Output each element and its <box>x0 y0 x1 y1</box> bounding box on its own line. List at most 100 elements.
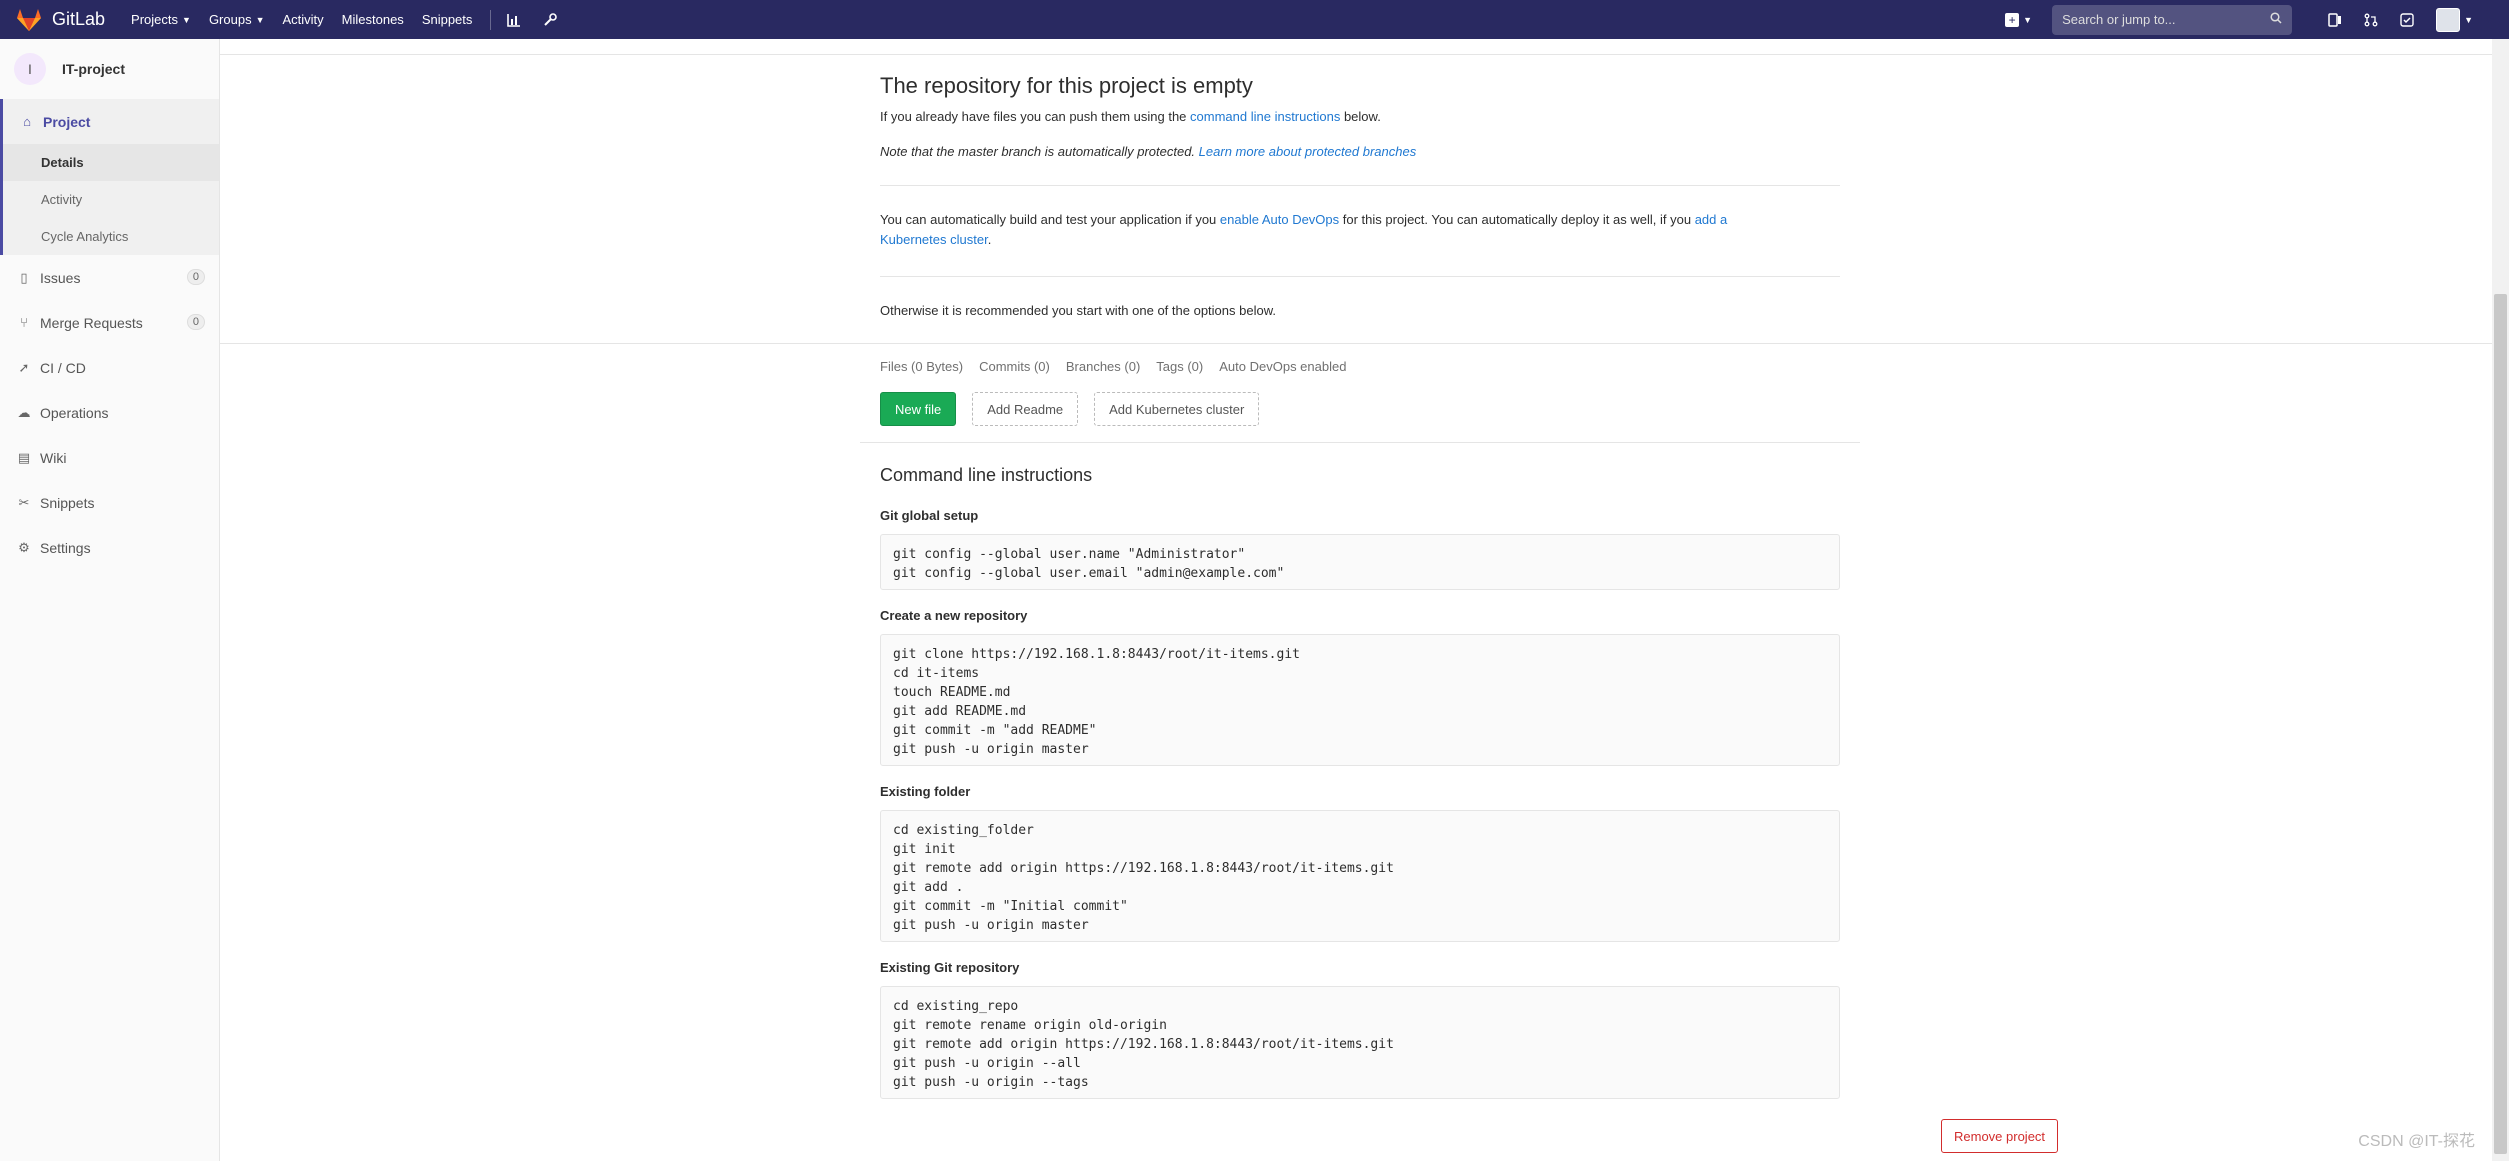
todo-check-icon[interactable] <box>2398 11 2416 29</box>
add-kubernetes-link-part2[interactable]: Kubernetes cluster <box>880 232 988 247</box>
top-divider <box>220 54 2509 55</box>
issues-icon: ▯ <box>20 269 28 285</box>
nav-milestones-label: Milestones <box>341 12 404 27</box>
new-dropdown-button[interactable]: + ▼ <box>2005 12 2033 27</box>
remove-project-button[interactable]: Remove project <box>1941 1119 2059 1153</box>
home-icon: ⌂ <box>23 114 31 129</box>
sidebar-item-operations[interactable]: ☁ Operations <box>0 390 219 435</box>
project-avatar: I <box>14 53 46 85</box>
nav-activity[interactable]: Activity <box>283 12 324 27</box>
project-nav-group: ⌂ Project Details Activity Cycle Analyti… <box>0 99 219 255</box>
section-title-existing-folder: Existing folder <box>880 784 971 799</box>
project-sidebar: I IT-project ⌂ Project Details Activity … <box>0 39 220 1161</box>
scissors-icon: ✂ <box>18 494 30 510</box>
add-kubernetes-link-part1[interactable]: add a <box>1695 212 1728 227</box>
issues-shortcut-icon[interactable] <box>2326 11 2344 29</box>
auto-devops-text: You can automatically build and test you… <box>880 210 1840 250</box>
brand-name: GitLab <box>52 9 106 29</box>
rocket-icon: ➚ <box>18 359 30 375</box>
push-instructions-text: If you already have files you can push t… <box>880 107 1381 127</box>
gear-icon: ⚙ <box>18 539 30 555</box>
sidebar-item-label: Wiki <box>40 449 67 466</box>
project-stats: Files (0 Bytes) Commits (0) Branches (0)… <box>880 359 1362 374</box>
section-title-global-setup: Git global setup <box>880 508 979 523</box>
sidebar-subitem-activity[interactable]: Activity <box>3 181 219 218</box>
note-text: Note that the master branch is automatic… <box>880 144 1199 159</box>
search-input[interactable]: Search or jump to... <box>2052 4 2293 35</box>
section-title-new-repository: Create a new repository <box>880 608 1028 623</box>
admin-chart-icon[interactable] <box>505 11 523 29</box>
chevron-down-icon: ▼ <box>182 14 191 25</box>
command-line-instructions-link[interactable]: command line instructions <box>1190 109 1340 124</box>
project-header[interactable]: I IT-project <box>0 39 219 99</box>
sidebar-item-label: Issues <box>40 269 81 286</box>
add-kubernetes-cluster-button[interactable]: Add Kubernetes cluster <box>1094 392 1260 426</box>
enable-auto-devops-link[interactable]: enable Auto DevOps <box>1220 212 1339 227</box>
code-block-existing-folder[interactable]: cd existing_folder git init git remote a… <box>880 810 1840 942</box>
action-buttons: New file Add Readme Add Kubernetes clust… <box>880 392 1275 426</box>
sidebar-item-project[interactable]: ⌂ Project <box>3 99 219 144</box>
code-block-global-setup[interactable]: git config --global user.name "Administr… <box>880 534 1840 590</box>
new-file-button[interactable]: New file <box>880 392 957 426</box>
page-title: The repository for this project is empty <box>880 73 1253 98</box>
chevron-down-icon: ▼ <box>2023 14 2033 25</box>
project-name: IT-project <box>62 61 126 77</box>
stat-auto-devops[interactable]: Auto DevOps enabled <box>1219 359 1346 374</box>
sidebar-item-ci-cd[interactable]: ➚ CI / CD <box>0 345 219 390</box>
merge-requests-count-badge: 0 <box>186 314 205 330</box>
nav-divider <box>490 9 492 30</box>
add-readme-button[interactable]: Add Readme <box>972 392 1079 426</box>
code-block-existing-repo[interactable]: cd existing_repo git remote rename origi… <box>880 986 1840 1099</box>
nav-right: + ▼ Search or jump to... ▼ <box>2005 0 2473 39</box>
nav-projects-label: Projects <box>131 12 179 27</box>
sidebar-item-label: Settings <box>40 539 91 556</box>
stats-divider <box>220 343 2509 344</box>
cli-title: Command line instructions <box>880 465 1093 485</box>
sidebar-item-merge-requests[interactable]: ⑂ Merge Requests 0 <box>0 300 219 345</box>
devops-middle: for this project. You can automatically … <box>1339 212 1695 227</box>
nav-snippets[interactable]: Snippets <box>422 12 473 27</box>
stat-branches[interactable]: Branches (0) <box>1066 359 1140 374</box>
sidebar-item-settings[interactable]: ⚙ Settings <box>0 525 219 570</box>
chevron-down-icon: ▼ <box>255 14 265 25</box>
watermark: CSDN @IT-探花 <box>2358 1133 2475 1150</box>
nav-projects[interactable]: Projects ▼ <box>131 12 191 27</box>
sidebar-item-label: CI / CD <box>40 359 86 376</box>
stat-commits[interactable]: Commits (0) <box>979 359 1050 374</box>
protected-branch-note: Note that the master branch is automatic… <box>880 142 1416 162</box>
sidebar-item-label: Snippets <box>40 494 95 511</box>
sidebar-item-snippets[interactable]: ✂ Snippets <box>0 480 219 525</box>
nav-groups[interactable]: Groups ▼ <box>209 12 265 27</box>
vertical-scrollbar[interactable] <box>2492 39 2509 1161</box>
brand[interactable]: GitLab <box>16 8 105 32</box>
nav-milestones[interactable]: Milestones <box>342 12 404 27</box>
nav-groups-label: Groups <box>208 12 252 27</box>
user-avatar[interactable] <box>2436 7 2461 32</box>
issues-count-badge: 0 <box>186 269 205 285</box>
merge-request-icon: ⑂ <box>20 315 28 330</box>
sidebar-subitem-cycle-analytics[interactable]: Cycle Analytics <box>3 218 219 255</box>
sidebar-item-issues[interactable]: ▯ Issues 0 <box>0 255 219 300</box>
operations-icon: ☁ <box>17 404 31 420</box>
sidebar-item-wiki[interactable]: ▤ Wiki <box>0 435 219 480</box>
sidebar-item-label: Merge Requests <box>40 314 143 331</box>
stat-tags[interactable]: Tags (0) <box>1156 359 1203 374</box>
sidebar-item-label: Operations <box>40 404 109 421</box>
push-suffix: below. <box>1340 109 1381 124</box>
search-placeholder: Search or jump to... <box>2062 12 2176 27</box>
protected-branches-link[interactable]: Learn more about protected branches <box>1199 144 1417 159</box>
main-content: The repository for this project is empty… <box>220 39 2509 1161</box>
search-icon <box>2270 12 2282 27</box>
plus-square-icon: + <box>2005 12 2020 27</box>
push-prefix: If you already have files you can push t… <box>880 109 1191 124</box>
scrollbar-thumb[interactable] <box>2494 294 2507 1154</box>
stat-files[interactable]: Files (0 Bytes) <box>880 359 963 374</box>
devops-prefix: You can automatically build and test you… <box>880 212 1220 227</box>
sidebar-item-label: Project <box>43 113 91 130</box>
sidebar-subitem-details[interactable]: Details <box>3 144 219 181</box>
wrench-icon[interactable] <box>541 11 559 29</box>
code-block-new-repository[interactable]: git clone https://192.168.1.8:8443/root/… <box>880 634 1840 766</box>
nav-snippets-label: Snippets <box>421 12 473 27</box>
merge-request-shortcut-icon[interactable] <box>2362 11 2380 29</box>
nav-links: Projects ▼ Groups ▼ Activity Milestones Sn… <box>131 9 577 30</box>
